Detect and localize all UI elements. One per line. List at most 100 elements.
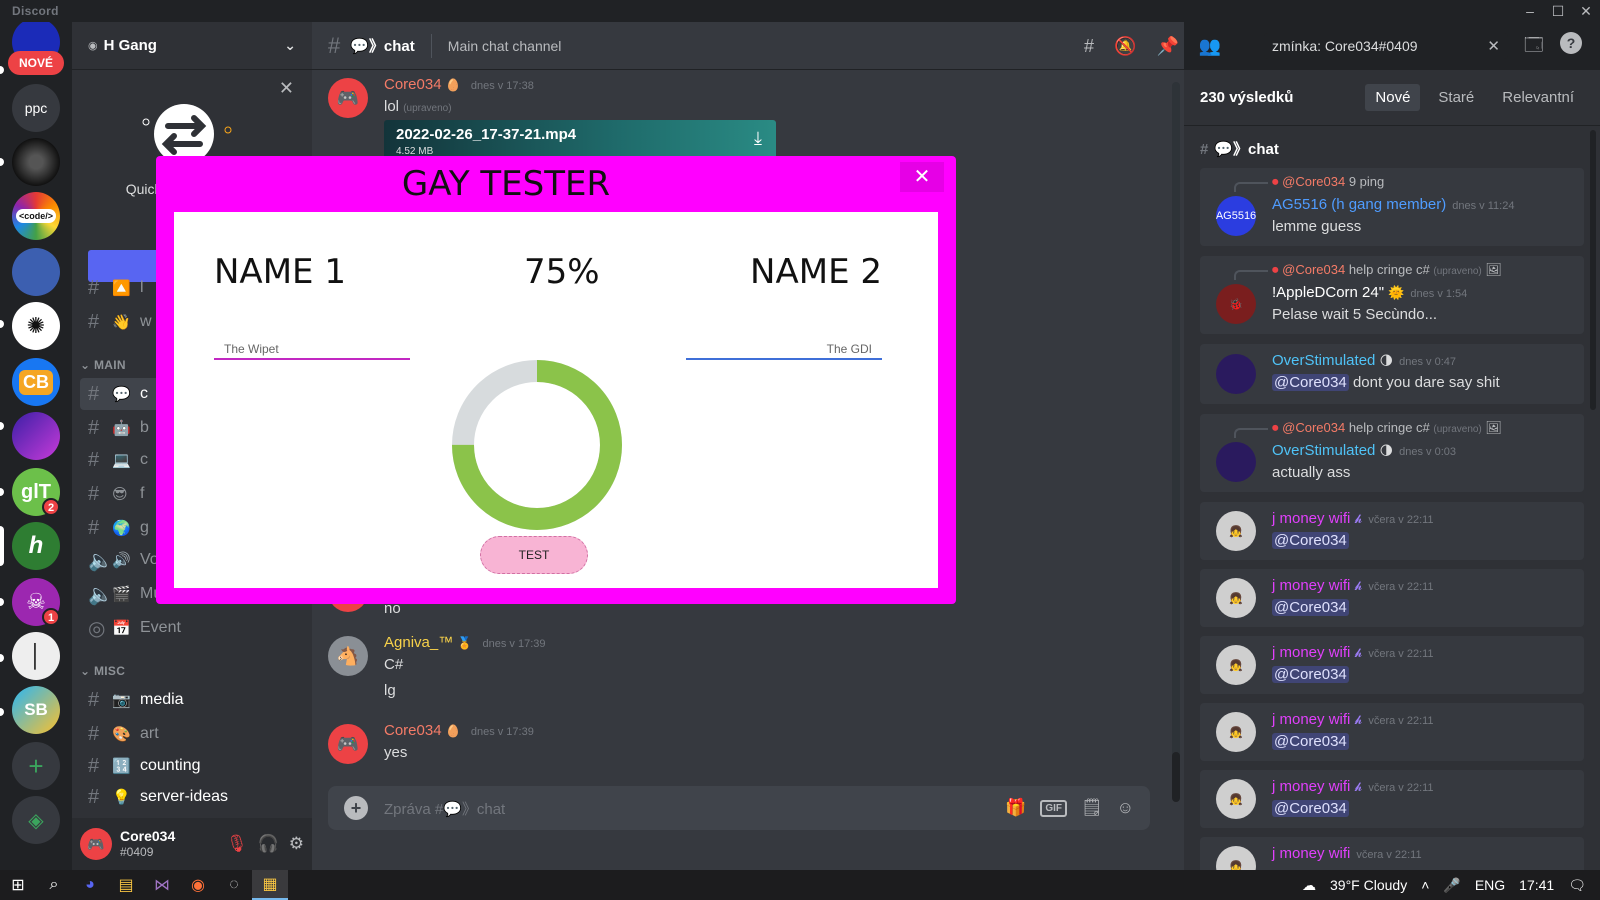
server-blue-art[interactable] xyxy=(12,248,60,296)
explore-compass-icon[interactable]: ◈ xyxy=(12,796,60,844)
search-result[interactable]: 👧 j money wifi 𝓱 včera v 22:11 @Core034 xyxy=(1200,636,1584,694)
mention[interactable]: @Core034 xyxy=(1272,532,1349,549)
avatar[interactable]: 👧 xyxy=(1216,511,1256,551)
search-result[interactable]: ⏺ @Core034 help cringe c# (upraveno) 🖼 🐞… xyxy=(1200,256,1584,334)
search-bar[interactable]: ✕ xyxy=(1264,33,1508,59)
avatar[interactable]: 🎮 xyxy=(328,78,368,118)
language-indicator[interactable]: ENG xyxy=(1475,877,1505,893)
name2-input[interactable]: The GDI xyxy=(686,330,882,360)
mute-bell-icon[interactable]: 🔕 xyxy=(1114,36,1136,57)
test-button[interactable]: TEST xyxy=(480,536,588,574)
app-icon[interactable]: ◌ xyxy=(216,870,252,900)
minimize-button[interactable]: – xyxy=(1516,0,1544,22)
server-h-gang[interactable]: h xyxy=(12,522,60,570)
search-result[interactable]: OverStimulated 🌗 dnes v 0:47 @Core034 don… xyxy=(1200,344,1584,404)
start-icon[interactable]: ⊞ xyxy=(0,870,36,900)
close-window-button[interactable]: ✕ xyxy=(1572,0,1600,22)
gif-button[interactable]: GIF xyxy=(1040,799,1068,817)
tab-relevant[interactable]: Relevantní xyxy=(1492,84,1584,111)
mention[interactable]: @Core034 xyxy=(1272,374,1349,391)
close-icon[interactable]: ✕ xyxy=(279,78,294,99)
weather-text[interactable]: 39°F Cloudy xyxy=(1330,877,1407,893)
message-input[interactable]: Zpráva #💬》chat xyxy=(384,798,505,819)
server-swirl[interactable]: ✺ xyxy=(12,302,60,350)
search-input[interactable] xyxy=(1272,38,1472,54)
server-cb[interactable]: CB xyxy=(12,358,60,406)
message-author[interactable]: Core034 xyxy=(384,76,442,93)
sticker-icon[interactable]: 🗒 xyxy=(1081,798,1103,818)
category-misc[interactable]: ⌄ MISC xyxy=(80,664,125,678)
gift-icon[interactable]: 🎁 xyxy=(1005,798,1026,818)
search-result[interactable]: 👧 j money wifi včera v 22:11 xyxy=(1200,837,1584,870)
discord-taskbar-icon[interactable]: ◕ xyxy=(72,870,108,900)
file-explorer-icon[interactable]: ▤ xyxy=(108,870,144,900)
emoji-icon[interactable]: ☺ xyxy=(1117,798,1134,818)
server-purple[interactable] xyxy=(12,412,60,460)
avatar[interactable]: 🐞 xyxy=(1216,284,1256,324)
category-main[interactable]: ⌄ MAIN xyxy=(80,358,126,372)
headphones-icon[interactable]: 🎧 xyxy=(258,834,279,854)
modal-close-button[interactable]: ✕ xyxy=(900,162,944,192)
search-result[interactable]: ⏺ @Core034 help cringe c# (upraveno) 🖼 O… xyxy=(1200,414,1584,492)
avatar[interactable]: 👧 xyxy=(1216,645,1256,685)
mention[interactable]: @Core034 xyxy=(1272,733,1349,750)
inbox-icon[interactable]: 🗔 xyxy=(1524,33,1544,63)
threads-icon[interactable]: # xyxy=(1084,36,1094,57)
add-server-icon[interactable]: + xyxy=(12,742,60,790)
mention[interactable]: @Core034 xyxy=(1272,666,1349,683)
search-icon[interactable]: ⌕ xyxy=(36,870,72,900)
stage-channel-item[interactable]: ◎ 📅 Event xyxy=(80,612,304,644)
clock[interactable]: 17:41 xyxy=(1519,877,1554,893)
mention[interactable]: @Core034 xyxy=(1272,800,1349,817)
message-author[interactable]: Agniva_™ xyxy=(384,634,453,651)
avatar[interactable]: AG5516 xyxy=(1216,196,1256,236)
guild-header[interactable]: ◉ H Gang ⌄ xyxy=(72,22,312,70)
visual-studio-icon[interactable]: ⋈ xyxy=(144,870,180,900)
form-app-icon[interactable]: ▦ xyxy=(252,870,288,900)
mute-mic-icon[interactable]: 🎙 xyxy=(226,834,248,854)
mention[interactable]: @Core034 xyxy=(1272,599,1349,616)
chat-scroll-thumb[interactable] xyxy=(1172,752,1180,802)
search-result[interactable]: 👧 j money wifi 𝓱 včera v 22:11 @Core034 xyxy=(1200,770,1584,828)
server-ppc[interactable]: ppc xyxy=(12,84,60,132)
channel-item-art[interactable]: # 🎨 art xyxy=(80,718,304,750)
gear-icon[interactable]: ⚙ xyxy=(289,834,304,854)
tab-new[interactable]: Nové xyxy=(1365,84,1421,111)
channel-item-server-ideas[interactable]: # 💡 server-ideas xyxy=(80,784,304,810)
avatar[interactable]: 👧 xyxy=(1216,846,1256,870)
avatar[interactable] xyxy=(1216,354,1256,394)
name1-input[interactable]: The Wipet xyxy=(214,330,410,360)
user-info[interactable]: Core034 #0409 xyxy=(120,828,175,860)
search-result[interactable]: 👧 j money wifi 𝓱 včera v 22:11 @Core034 xyxy=(1200,502,1584,560)
server-dark-orb[interactable] xyxy=(12,138,60,186)
avatar[interactable]: 🎮 xyxy=(328,724,368,764)
help-icon[interactable]: ? xyxy=(1560,32,1582,54)
channel-item-media[interactable]: # 📷 media xyxy=(80,684,304,716)
pin-icon[interactable]: 📌 xyxy=(1156,36,1178,57)
results-scrollbar[interactable] xyxy=(1590,130,1596,410)
avatar[interactable]: 👧 xyxy=(1216,779,1256,819)
chat-scrollbar[interactable] xyxy=(1172,82,1180,782)
channel-item-counting[interactable]: # 🔢 counting xyxy=(80,750,304,782)
avatar[interactable]: 👧 xyxy=(1216,712,1256,752)
server-code[interactable]: <code/> xyxy=(12,192,60,240)
notification-icon[interactable]: 🗨 xyxy=(1568,877,1586,894)
microphone-icon[interactable]: 🎤 xyxy=(1443,877,1460,894)
avatar[interactable]: 👧 xyxy=(1216,578,1256,618)
message-composer[interactable]: + Zpráva #💬》chat 🎁 GIF 🗒 ☺ xyxy=(328,786,1150,830)
server-sb[interactable]: SB xyxy=(12,686,60,734)
server-clock[interactable]: │ xyxy=(12,632,60,680)
firefox-icon[interactable]: ◉ xyxy=(180,870,216,900)
avatar[interactable]: 🐴 xyxy=(328,636,368,676)
avatar[interactable]: 🎮 xyxy=(80,828,112,860)
download-icon[interactable]: ⤓ xyxy=(754,128,762,149)
search-result[interactable]: 👧 j money wifi 𝓱 včera v 22:11 @Core034 xyxy=(1200,569,1584,627)
message-author[interactable]: Core034 xyxy=(384,722,442,739)
maximize-button[interactable]: ☐ xyxy=(1544,0,1572,22)
avatar[interactable] xyxy=(1216,442,1256,482)
results-channel-label[interactable]: # 💬》chat xyxy=(1200,138,1279,159)
members-icon[interactable]: 👥 xyxy=(1199,36,1221,57)
clear-search-icon[interactable]: ✕ xyxy=(1487,37,1500,55)
chevron-up-icon[interactable]: ˄ xyxy=(1421,877,1429,893)
add-attachment-button[interactable]: + xyxy=(344,796,368,820)
